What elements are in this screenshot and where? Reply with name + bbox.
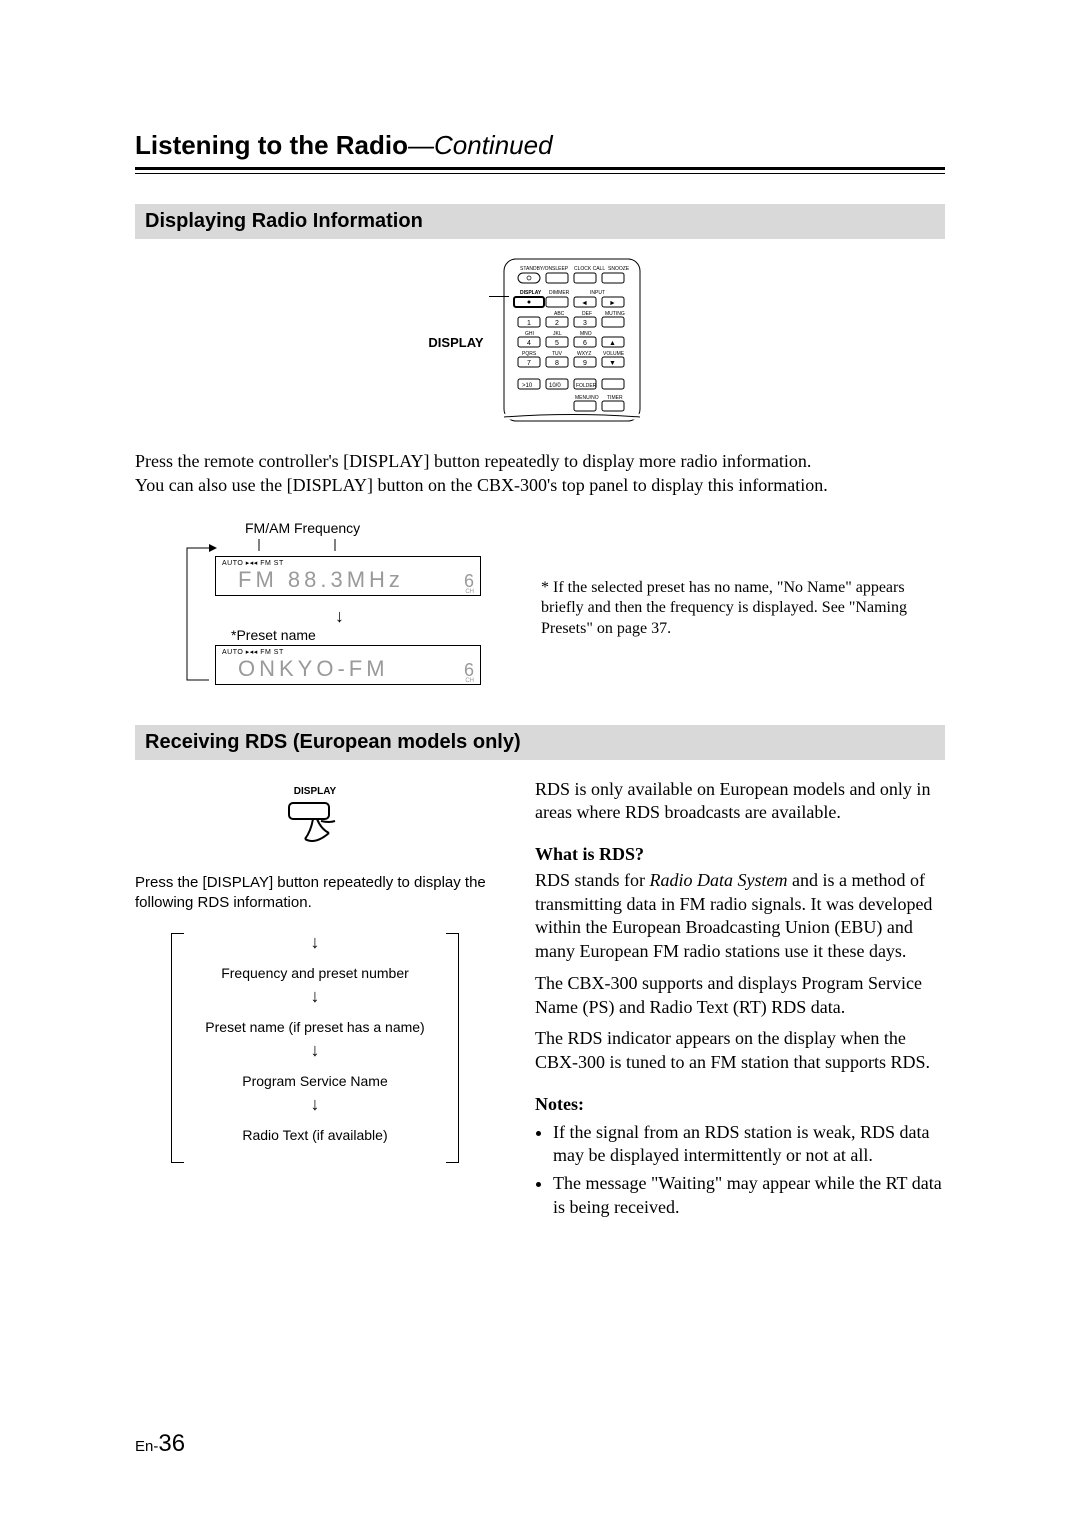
lcd-screen-preset: AUTO ▸◂◂ FM ST ONKYO-FM 6 CH (215, 645, 481, 685)
flow-item-frequency: Frequency and preset number (172, 955, 458, 987)
title-suffix: —Continued (408, 130, 553, 160)
svg-text:GHI: GHI (525, 331, 534, 337)
svg-text:DISPLAY: DISPLAY (520, 290, 542, 296)
svg-text:TIMER: TIMER (607, 395, 623, 401)
page-prefix: En- (135, 1438, 158, 1455)
svg-text:5: 5 (555, 340, 559, 347)
flow-item-ps-name: Program Service Name (172, 1063, 458, 1095)
svg-text:ABC: ABC (554, 311, 565, 317)
rds-intro: RDS is only available on European models… (535, 778, 945, 826)
preset-name-label: *Preset name (231, 627, 481, 643)
lcd2-indicators: AUTO ▸◂◂ FM ST (222, 648, 474, 656)
svg-text:10/0: 10/0 (549, 383, 561, 389)
lcd1-chlab: CH (465, 589, 474, 595)
svg-text:FOLDER: FOLDER (576, 383, 597, 389)
title-main: Listening to the Radio (135, 130, 408, 160)
remote-diagram-area: DISPLAY STANDBY/ON SLEEP CLOCK CALL SNOO… (135, 257, 945, 427)
down-arrow-icon: ↓ (172, 1095, 458, 1117)
svg-text:SLEEP: SLEEP (552, 266, 569, 272)
svg-text:▼: ▼ (609, 360, 616, 367)
down-arrow-icon: ↓ (172, 987, 458, 1009)
svg-text:7: 7 (527, 360, 531, 367)
what-is-rds-p3: The RDS indicator appears on the display… (535, 1027, 945, 1075)
what-is-rds-p2: The CBX-300 supports and displays Progra… (535, 972, 945, 1020)
svg-text:MNO: MNO (580, 331, 592, 337)
svg-text:DIMMER: DIMMER (549, 290, 570, 296)
lcd-top-labels: FM/AM Frequency (245, 520, 481, 536)
flow-item-radio-text: Radio Text (if available) (172, 1117, 458, 1149)
svg-text:TUV: TUV (552, 351, 563, 357)
svg-text:CLOCK CALL: CLOCK CALL (574, 266, 605, 272)
rds-instruction: Press the [DISPLAY] button repeatedly to… (135, 873, 495, 914)
svg-text:WXYZ: WXYZ (577, 351, 591, 357)
page-num-value: 36 (158, 1430, 185, 1457)
remote-controller-icon: STANDBY/ON SLEEP CLOCK CALL SNOOZE DISPL… (492, 257, 652, 422)
svg-text:PQRS: PQRS (522, 351, 537, 357)
svg-text:DEF: DEF (582, 311, 592, 317)
svg-text:4: 4 (527, 340, 531, 347)
svg-text:MUTING: MUTING (605, 311, 625, 317)
notes-heading: Notes: (535, 1093, 945, 1117)
page-number: En-36 (135, 1430, 185, 1458)
svg-text:►: ► (609, 299, 616, 307)
lcd2-main: ONKYO-FM (238, 656, 389, 682)
what-is-rds-heading: What is RDS? (535, 843, 945, 867)
lcd1-main: FM 88.3MHz (238, 567, 404, 593)
svg-text:JKL: JKL (553, 331, 562, 337)
preset-footnote: * If the selected preset has no name, "N… (541, 578, 911, 640)
down-arrow-icon: ↓ (172, 1041, 458, 1063)
svg-text:▲: ▲ (609, 340, 616, 347)
svg-text:◄: ◄ (581, 299, 588, 307)
display-button-press-icon: DISPLAY (275, 786, 355, 847)
what-em: Radio Data System (650, 870, 788, 890)
svg-text:MENU/NO: MENU/NO (575, 395, 599, 401)
loop-arrow-icon (179, 538, 219, 698)
flow-item-preset-name: Preset name (if preset has a name) (172, 1009, 458, 1041)
svg-text:9: 9 (583, 360, 587, 367)
what-is-rds-p1: RDS stands for Radio Data System and is … (535, 869, 945, 964)
svg-text:VOLUME: VOLUME (603, 351, 625, 357)
rds-flow-diagram: ↓ Frequency and preset number ↓ Preset n… (171, 933, 459, 1163)
svg-text:3: 3 (583, 320, 587, 327)
svg-text:2: 2 (555, 320, 559, 327)
what-p1a: RDS stands for (535, 870, 650, 890)
rds-right-column: RDS is only available on European models… (535, 778, 945, 1224)
callout-line (489, 296, 509, 297)
note-item-waiting: The message "Waiting" may appear while t… (553, 1172, 945, 1220)
svg-text:STANDBY/ON: STANDBY/ON (520, 266, 553, 272)
down-arrow-icon: ↓ (335, 606, 481, 627)
lcd1-indicators: AUTO ▸◂◂ FM ST (222, 559, 474, 567)
lcd-screen-frequency: AUTO ▸◂◂ FM ST FM 88.3MHz 6 CH (215, 556, 481, 596)
note-item-weak-signal: If the signal from an RDS station is wea… (553, 1121, 945, 1169)
notes-list: If the signal from an RDS station is wea… (535, 1121, 945, 1220)
section-heading-display-radio-info: Displaying Radio Information (135, 204, 945, 239)
svg-text:SNOOZE: SNOOZE (608, 266, 630, 272)
page-title: Listening to the Radio—Continued (135, 130, 945, 161)
down-arrow-icon: ↓ (172, 933, 458, 955)
title-rule (135, 167, 945, 174)
svg-text:INPUT: INPUT (590, 290, 605, 296)
display-icon-label: DISPLAY (294, 786, 336, 797)
svg-text:>10: >10 (522, 383, 533, 389)
lcd2-chlab: CH (465, 678, 474, 684)
label-lines-icon (215, 539, 481, 551)
svg-text:1: 1 (527, 320, 531, 327)
display-callout-label: DISPLAY (428, 335, 483, 350)
lcd-cycle-diagram: FM/AM Frequency AUTO ▸◂◂ FM ST FM 88.3MH… (215, 520, 481, 685)
svg-text:8: 8 (555, 360, 559, 367)
section-heading-rds: Receiving RDS (European models only) (135, 725, 945, 760)
svg-text:6: 6 (583, 340, 587, 347)
section1-body: Press the remote controller's [DISPLAY] … (135, 449, 945, 498)
rds-left-column: DISPLAY Press the [DISPLAY] button repea… (135, 778, 495, 1164)
